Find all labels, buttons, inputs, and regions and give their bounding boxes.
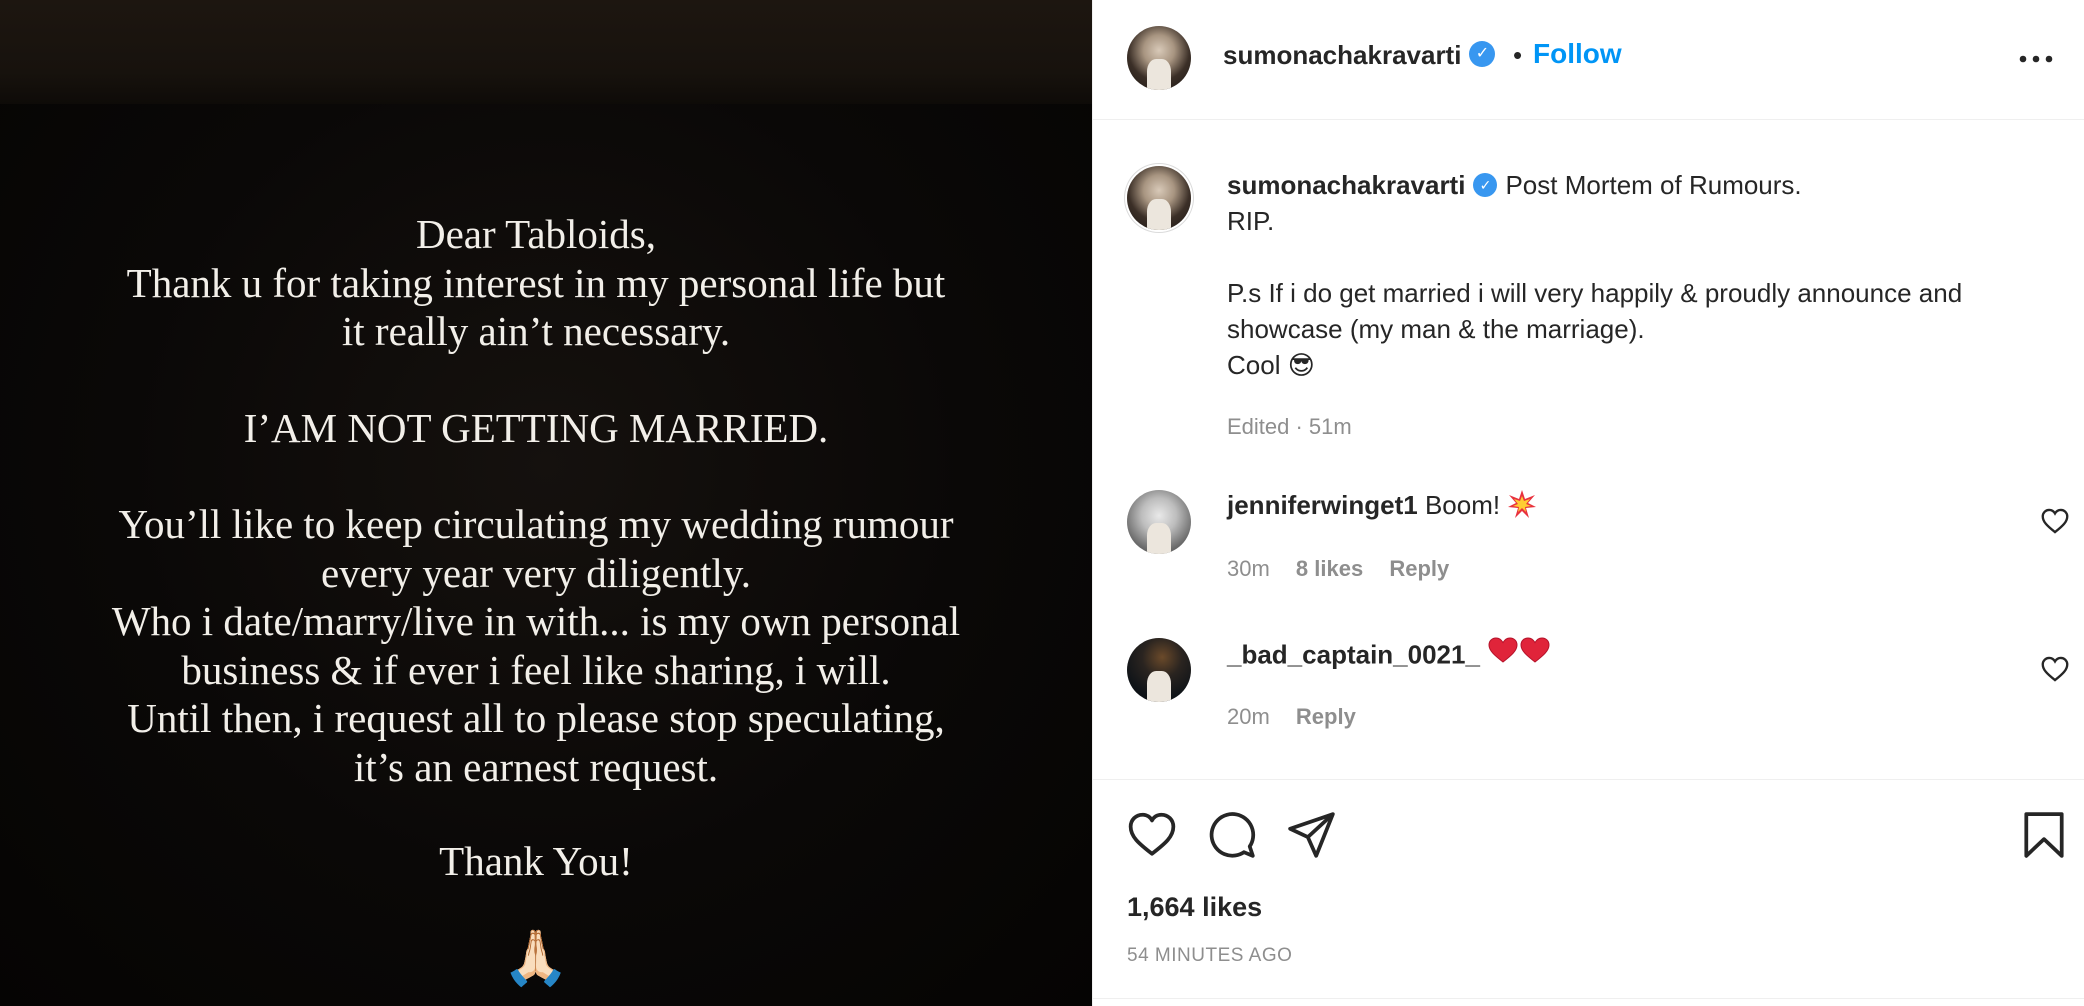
more-options-icon[interactable] — [2018, 54, 2054, 64]
story-line: You’ll like to keep circulating my weddi… — [118, 501, 954, 547]
comment-time: 30m — [1227, 556, 1270, 581]
heart-icon[interactable] — [1127, 810, 1177, 860]
red-hearts-emoji: ❤❤ — [1487, 635, 1551, 672]
bookmark-icon[interactable] — [2019, 810, 2069, 860]
caption-text: RIP. P.s If i do get married i will very… — [1227, 206, 1963, 380]
story-line: Who i date/marry/live in with... is my o… — [111, 598, 961, 644]
story-line: Thank u for taking interest in my person… — [126, 259, 946, 306]
commenter-avatar[interactable] — [1127, 490, 1191, 554]
caption-first-line: Post Mortem of Rumours. — [1505, 170, 1802, 200]
media-top-band — [0, 0, 1092, 104]
posted-timestamp[interactable]: 54 MINUTES AGO — [1127, 945, 1292, 967]
follow-button[interactable]: Follow — [1533, 38, 1622, 70]
comment-meta: 30m 8 likes Reply — [1227, 556, 1469, 582]
comment-line: jenniferwinget1 Boom! — [1227, 490, 1537, 522]
story-line: it really ain’t necessary. — [341, 308, 731, 354]
caption-body: sumonachakravarti ✓ Post Mortem of Rumours… — [1227, 167, 2067, 384]
story-line: business & if ever i feel like sharing, … — [181, 646, 891, 693]
comment-likes[interactable]: 8 likes — [1296, 556, 1363, 581]
praying-hands-emoji: 🙏🏻 — [502, 926, 570, 989]
more-options-icon[interactable] — [2018, 44, 2062, 74]
author-avatar[interactable] — [1127, 26, 1191, 90]
comment-item: jenniferwinget1 Boom! 30m 8 likes Reply — [1093, 490, 2084, 610]
send-icon[interactable] — [1287, 810, 1337, 860]
commenter-avatar[interactable] — [1127, 638, 1191, 702]
collision-emoji — [1507, 489, 1537, 519]
story-text: Dear Tabloids, Thank u for taking intere… — [0, 210, 1072, 886]
caption-username[interactable]: sumonachakravarti — [1227, 170, 1465, 200]
comment-item: _bad_captain_0021_ ❤❤ 20m Reply — [1093, 635, 2084, 758]
verified-badge-icon: ✓ — [1469, 41, 1496, 68]
separator-dot: • — [1513, 40, 1523, 70]
story-line: every year very diligently. — [321, 549, 751, 596]
action-bar: 1,664 likes 54 MINUTES AGO — [1093, 779, 2084, 1006]
story-line: Dear Tabloids, — [415, 211, 657, 257]
story-headline: I’AM NOT GETTING MARRIED. — [243, 404, 829, 451]
comment-time: 20m — [1227, 704, 1270, 729]
comment-meta: 20m Reply — [1227, 704, 1376, 730]
comment-line: _bad_captain_0021_ ❤❤ — [1227, 635, 1551, 675]
divider — [1093, 998, 2084, 999]
likes-count[interactable]: 1,664 likes — [1127, 892, 1262, 923]
story-line: it’s an earnest request. — [353, 743, 719, 790]
post-header: sumonachakravarti ✓ • Follow — [1093, 0, 2084, 120]
story-line: Until then, i request all to please stop… — [127, 695, 945, 741]
reply-button[interactable]: Reply — [1296, 704, 1356, 729]
comment-like-heart-icon[interactable] — [2041, 656, 2069, 682]
comment-icon[interactable] — [1207, 810, 1257, 860]
author-username[interactable]: sumonachakravarti — [1223, 40, 1461, 70]
author-username-link[interactable]: sumonachakravarti ✓ — [1223, 40, 1496, 71]
post-media[interactable]: Dear Tabloids, Thank u for taking intere… — [0, 0, 1092, 1006]
comment-text: Boom! — [1424, 490, 1501, 520]
post-panel: sumonachakravarti ✓ • Follow sumonachakra… — [1092, 0, 2084, 1006]
verified-badge-icon: ✓ — [1473, 173, 1498, 198]
comment-like-heart-icon[interactable] — [2041, 508, 2069, 534]
reply-button[interactable]: Reply — [1389, 556, 1449, 581]
commenter-username[interactable]: _bad_captain_0021_ — [1227, 639, 1480, 669]
caption-avatar[interactable] — [1127, 166, 1191, 230]
sunglasses-emoji: 😎 — [1287, 351, 1315, 381]
story-signoff: Thank You! — [439, 838, 633, 884]
caption-meta: Edited · 51m — [1227, 414, 1352, 439]
commenter-username[interactable]: jenniferwinget1 — [1227, 490, 1418, 520]
